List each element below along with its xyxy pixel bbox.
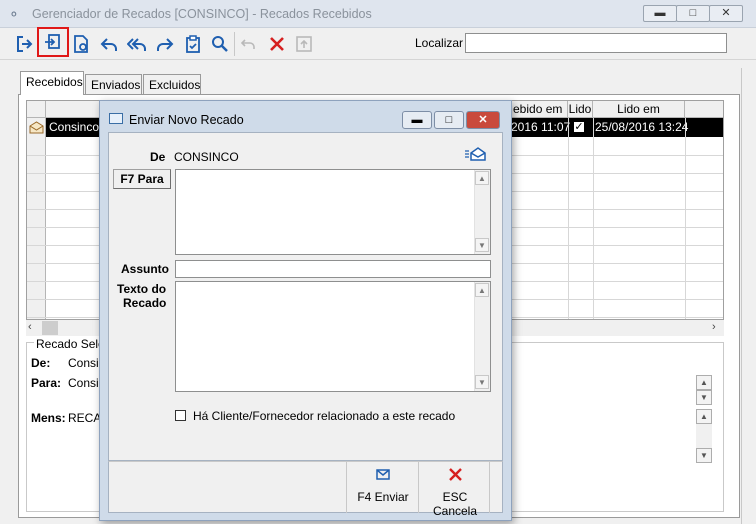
- selected-mens-value: RECA: [68, 411, 102, 425]
- texto-textarea[interactable]: ▲ ▼: [175, 281, 491, 392]
- grid-corner: [27, 101, 46, 118]
- para-button[interactable]: F7 Para: [113, 169, 171, 189]
- reply-all-button[interactable]: [124, 31, 150, 57]
- para-scroll-up-icon[interactable]: ▲: [475, 171, 489, 185]
- window-right-frame: [741, 68, 756, 524]
- reply-all-icon: [127, 38, 146, 51]
- dialog-close-button[interactable]: ✕: [466, 111, 500, 129]
- dialog-body: De CONSINCO F7 Para ▲ ▼ Assunto Texto do…: [108, 132, 503, 461]
- row-header: [27, 118, 46, 137]
- cliente-fornecedor-label: Há Cliente/Fornecedor relacionado a este…: [193, 409, 456, 423]
- main-title-bar: ⚬ Gerenciador de Recados [CONSINCO] - Re…: [0, 0, 756, 28]
- print-icon: [296, 36, 312, 52]
- envelope-icon: [29, 121, 44, 134]
- maximize-button[interactable]: □: [676, 5, 710, 22]
- delete-icon: [270, 37, 284, 51]
- tab-enviados[interactable]: Enviados: [85, 74, 142, 94]
- print-button[interactable]: [291, 31, 317, 57]
- reply-button[interactable]: [96, 31, 122, 57]
- texto-scrollbar[interactable]: ▲ ▼: [474, 282, 490, 391]
- column-header-lido-em[interactable]: Lido em: [593, 101, 685, 118]
- grid-vline: [593, 118, 594, 319]
- grid-vline: [568, 118, 569, 319]
- dialog-footer: F4 Enviar ESC Cancela: [108, 461, 503, 518]
- cliente-fornecedor-checkbox[interactable]: [175, 410, 186, 421]
- exit-button[interactable]: [11, 31, 37, 57]
- undo-button[interactable]: [236, 31, 262, 57]
- send-message-dialog: Enviar Novo Recado ▬ □ ✕ De CONSINCO F7 …: [99, 100, 512, 521]
- search-icon: [212, 36, 228, 52]
- envelope-icon: [376, 469, 390, 480]
- window-title: Gerenciador de Recados [CONSINCO] - Reca…: [32, 7, 372, 21]
- app-icon: ⚬: [8, 6, 20, 22]
- para-scroll-down-icon[interactable]: ▼: [696, 390, 712, 405]
- exit-icon: [17, 36, 33, 52]
- envelope-open-icon: [465, 147, 486, 161]
- dialog-window-icon: [109, 113, 123, 124]
- selected-de-label: De:: [31, 356, 51, 370]
- dialog-title-bar: Enviar Novo Recado ▬ □ ✕: [100, 101, 511, 132]
- tab-recebidos[interactable]: Recebidos: [20, 71, 84, 95]
- clipboard-icon: [186, 35, 200, 53]
- scroll-left-icon[interactable]: ‹: [28, 321, 32, 333]
- dialog-title: Enviar Novo Recado: [129, 113, 244, 127]
- mens-scroll-track[interactable]: [696, 424, 712, 448]
- cell-remetente: Consinco: [49, 120, 100, 134]
- texto-scroll-up-icon[interactable]: ▲: [475, 283, 489, 297]
- texto-scroll-down-icon[interactable]: ▼: [475, 375, 489, 389]
- texto-label-line2: Recado: [123, 296, 167, 310]
- toolbar: Localizar: [0, 27, 756, 60]
- cell-recebido-em: 2016 11:07: [511, 120, 571, 134]
- texto-label-line1: Texto do: [117, 282, 167, 296]
- column-header-recebido-em[interactable]: ebido em: [511, 101, 568, 118]
- de-value: CONSINCO: [174, 150, 239, 164]
- reply-icon: [100, 38, 117, 51]
- tab-excluidos[interactable]: Excluidos: [143, 74, 201, 94]
- column-header-lido[interactable]: Lido: [568, 101, 593, 118]
- column-header-blank: [685, 101, 723, 118]
- new-message-button[interactable]: [37, 27, 69, 57]
- de-label: De: [150, 150, 166, 164]
- grid-vline: [685, 118, 686, 319]
- preview-icon: [74, 35, 88, 53]
- new-message-icon: [45, 34, 60, 49]
- clipboard-button[interactable]: [180, 31, 206, 57]
- undo-icon: [240, 39, 255, 49]
- selected-para-label: Para:: [31, 376, 62, 390]
- send-button[interactable]: F4 Enviar: [346, 462, 418, 513]
- para-scrollbar[interactable]: ▲ ▼: [474, 170, 490, 254]
- minimize-button[interactable]: ▬: [643, 5, 677, 22]
- para-scroll-down-icon[interactable]: ▼: [475, 238, 489, 252]
- send-button-label: F4 Enviar: [357, 490, 409, 504]
- dialog-minimize-button[interactable]: ▬: [402, 111, 432, 129]
- mens-scroll-down-icon[interactable]: ▼: [696, 448, 712, 463]
- assunto-label: Assunto: [121, 262, 169, 276]
- scroll-right-icon[interactable]: ›: [712, 321, 716, 333]
- search-button[interactable]: [207, 31, 233, 57]
- close-button[interactable]: ✕: [709, 5, 743, 22]
- para-field[interactable]: ▲ ▼: [175, 169, 491, 255]
- scroll-thumb[interactable]: [42, 321, 58, 335]
- dialog-maximize-button[interactable]: □: [434, 111, 464, 129]
- para-scroll-up-icon[interactable]: ▲: [696, 375, 712, 390]
- delete-button[interactable]: [264, 31, 290, 57]
- preview-button[interactable]: [68, 31, 94, 57]
- cancel-x-icon: [449, 468, 462, 481]
- mens-scroll-up-icon[interactable]: ▲: [696, 409, 712, 424]
- cancel-button[interactable]: ESC Cancela: [418, 462, 490, 518]
- row-header-column: [27, 137, 46, 319]
- forward-button[interactable]: [152, 31, 178, 57]
- cell-lido-em: 25/08/2016 13:24: [595, 120, 689, 134]
- search-input[interactable]: [465, 33, 727, 53]
- search-label: Localizar: [415, 36, 464, 50]
- cancel-button-label: ESC Cancela: [432, 490, 478, 518]
- cell-lido-checkbox[interactable]: ✓: [573, 121, 585, 133]
- forward-icon: [157, 38, 174, 51]
- assunto-input[interactable]: [175, 260, 491, 278]
- toolbar-separator: [234, 32, 235, 56]
- selected-mens-label: Mens:: [31, 411, 66, 425]
